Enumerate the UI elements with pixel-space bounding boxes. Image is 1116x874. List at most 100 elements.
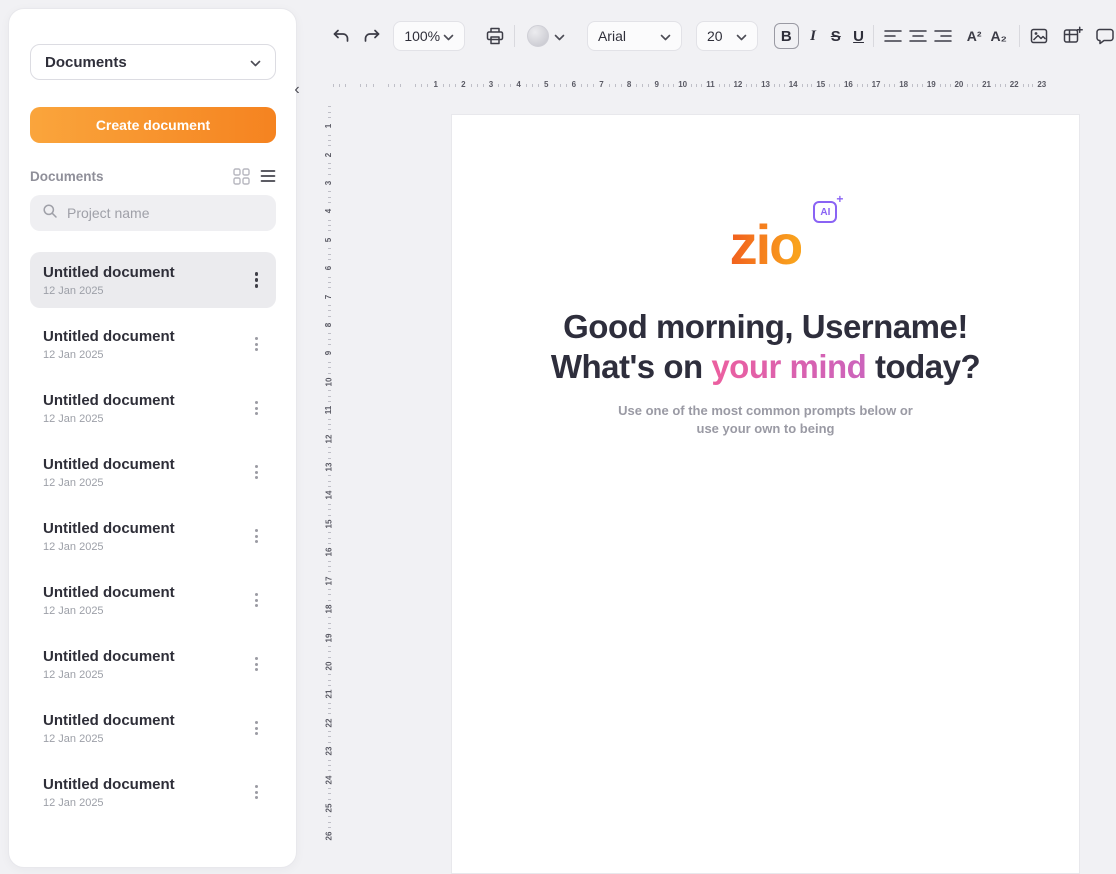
ruler-h-unit: 20 [938,78,966,92]
chevron-down-icon [554,29,565,44]
document-list-item[interactable]: Untitled document 12 Jan 2025 [30,316,276,372]
kebab-menu-icon[interactable] [251,525,262,547]
document-list-item[interactable]: Untitled document 12 Jan 2025 [30,572,276,628]
document-meta: Untitled document 12 Jan 2025 [43,712,175,745]
list-view-icon[interactable] [260,168,276,184]
kebab-menu-icon[interactable] [251,717,262,739]
document-date: 12 Jan 2025 [43,541,175,553]
kebab-menu-icon[interactable] [251,781,262,803]
ruler-v-unit: 23 [322,729,336,757]
insert-image-icon[interactable] [1028,25,1051,47]
toolbar-divider [514,25,515,47]
ruler-v-unit: 18 [322,587,336,615]
kebab-menu-icon[interactable] [251,268,263,292]
font-family-dropdown[interactable]: Arial [587,21,682,51]
underline-button[interactable]: U [848,23,869,49]
ruler-h-unit: 14 [772,78,800,92]
document-date: 12 Jan 2025 [43,605,175,617]
document-date: 12 Jan 2025 [43,285,175,297]
sidebar: Documents Create document Documents Unti… [8,8,297,868]
document-meta: Untitled document 12 Jan 2025 [43,648,175,681]
ruler-v-unit: 3 [322,161,336,189]
italic-button[interactable]: I [803,23,824,49]
ai-badge-icon: AI [813,201,837,223]
document-date: 12 Jan 2025 [43,733,175,745]
strikethrough-button[interactable]: S [825,23,846,49]
align-center-button[interactable] [907,29,930,43]
subscript-button[interactable]: A₂ [986,23,1011,49]
greeting-line2-pre: What's on [551,348,712,385]
align-left-button[interactable] [882,29,905,43]
text-color-dropdown[interactable] [527,25,565,47]
toolbar-divider [1019,25,1020,47]
document-list-item[interactable]: Untitled document 12 Jan 2025 [30,508,276,564]
ruler-h-unit: 7 [579,78,607,92]
document-date: 12 Jan 2025 [43,413,175,425]
documents-dropdown[interactable]: Documents [30,44,276,80]
ruler-v-unit: 14 [322,473,336,501]
ruler-v-unit: 12 [322,416,336,444]
ruler-h-unit [330,78,358,92]
ruler-h-unit: 23 [1021,78,1049,92]
document-page[interactable]: zio AI + Good morning, Username! What's … [451,114,1080,874]
kebab-menu-icon[interactable] [251,653,262,675]
ruler-h-unit: 1 [413,78,441,92]
horizontal-ruler[interactable]: 1234567891011121314151617181920212223 [330,78,1090,92]
document-title: Untitled document [43,520,175,537]
ruler-v-unit: 26 [322,814,336,842]
vertical-ruler[interactable]: 1234567891011121314151617181920212223242… [322,104,336,843]
document-list-item[interactable]: Untitled document 12 Jan 2025 [30,764,276,820]
font-size-dropdown[interactable]: 20 [696,21,758,51]
document-meta: Untitled document 12 Jan 2025 [43,520,175,553]
ruler-h-unit: 13 [744,78,772,92]
sparkle-plus-icon: + [836,193,843,205]
subtext-line2: use your own to being [452,420,1079,438]
superscript-button[interactable]: A² [962,23,987,49]
document-meta: Untitled document 12 Jan 2025 [43,776,175,809]
document-list-item[interactable]: Untitled document 12 Jan 2025 [30,444,276,500]
zoom-value: 100% [404,28,440,44]
search-input[interactable] [67,205,264,221]
align-right-button[interactable] [931,29,954,43]
document-list-item[interactable]: Untitled document 12 Jan 2025 [30,700,276,756]
search-box[interactable] [30,195,276,231]
document-list-item[interactable]: Untitled document 12 Jan 2025 [30,252,276,308]
chevron-down-icon [443,28,454,44]
toolbar: 100% Arial 20 B I S U [330,15,1116,57]
ruler-v-unit: 17 [322,559,336,587]
bold-button[interactable]: B [774,23,799,49]
document-date: 12 Jan 2025 [43,669,175,681]
ruler-h-unit: 10 [662,78,690,92]
redo-button[interactable] [361,25,384,47]
document-list-item[interactable]: Untitled document 12 Jan 2025 [30,380,276,436]
document-meta: Untitled document 12 Jan 2025 [43,392,175,425]
document-meta: Untitled document 12 Jan 2025 [43,584,175,617]
document-date: 12 Jan 2025 [43,477,175,489]
ruler-h-unit: 16 [827,78,855,92]
create-document-button[interactable]: Create document [30,107,276,143]
zoom-dropdown[interactable]: 100% [393,21,465,51]
ruler-v-unit: 22 [322,701,336,729]
print-button[interactable] [483,25,506,47]
font-family-value: Arial [598,28,626,44]
ruler-h-unit: 5 [523,78,551,92]
ruler-v-unit: 8 [322,303,336,331]
kebab-menu-icon[interactable] [251,333,262,355]
sidebar-collapse-button[interactable]: ‹ [289,80,305,100]
ruler-v-unit: 24 [322,757,336,785]
document-list-item[interactable]: Untitled document 12 Jan 2025 [30,636,276,692]
kebab-menu-icon[interactable] [251,461,262,483]
comment-icon[interactable] [1093,25,1116,47]
undo-button[interactable] [330,25,353,47]
greeting-highlight: your mind [711,348,866,385]
ruler-v-unit: 11 [322,388,336,416]
ruler-h-unit: 21 [965,78,993,92]
document-title: Untitled document [43,712,175,729]
ruler-h-unit: 17 [855,78,883,92]
document-date: 12 Jan 2025 [43,797,175,809]
ruler-h-unit: 8 [606,78,634,92]
kebab-menu-icon[interactable] [251,397,262,419]
kebab-menu-icon[interactable] [251,589,262,611]
insert-table-icon[interactable] [1061,25,1084,47]
grid-view-icon[interactable] [233,168,250,185]
